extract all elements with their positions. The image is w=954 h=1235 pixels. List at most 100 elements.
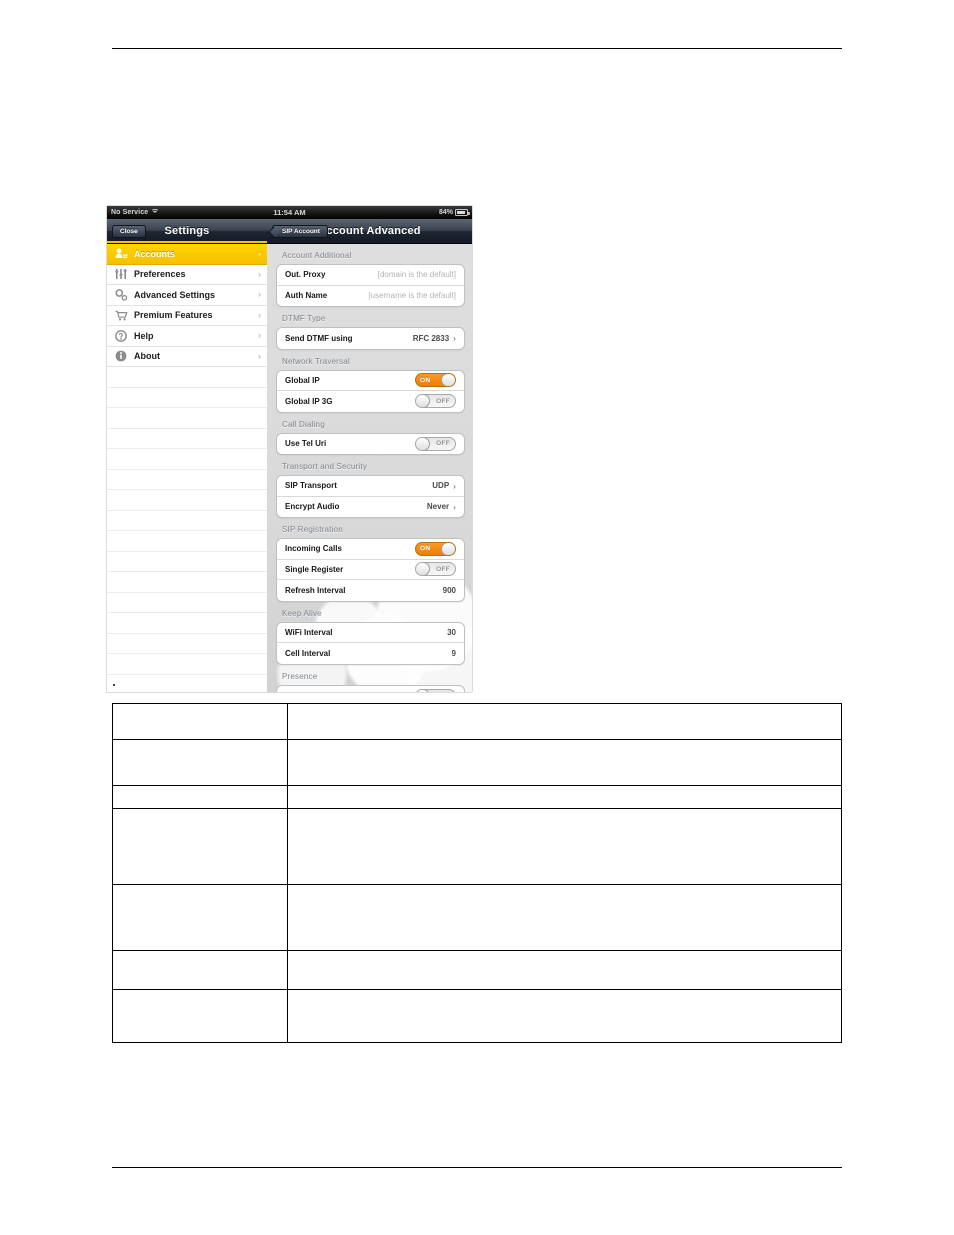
- section-header-presence: Presence: [282, 671, 318, 681]
- sidebar-empty-row: [107, 593, 267, 613]
- chevron-right-icon: ›: [258, 330, 261, 341]
- settings-group: Use Tel Uri OFF: [276, 432, 465, 455]
- toggle-presence-agent[interactable]: OFF: [415, 688, 456, 692]
- settings-row-refresh-interval[interactable]: Refresh Interval 900: [277, 580, 464, 601]
- page-footer-rule: [112, 1167, 842, 1168]
- sidebar-empty-row: [107, 552, 267, 572]
- table-row: [112, 989, 842, 1043]
- toggle-global-ip-3g[interactable]: OFF: [415, 394, 456, 409]
- chevron-right-icon: ›: [258, 350, 261, 361]
- toggle-state-label: OFF: [436, 690, 450, 692]
- table-cell-description: [287, 950, 842, 990]
- toggle-incoming-calls[interactable]: ON: [415, 541, 456, 556]
- toggle-knob: [416, 563, 430, 576]
- settings-row-wifi-interval[interactable]: WiFi Interval 30: [277, 623, 464, 643]
- settings-description-table: [112, 703, 842, 1043]
- battery-icon: [455, 209, 470, 216]
- sidebar-item-help[interactable]: Help ›: [107, 326, 267, 347]
- table-cell-setting: [112, 808, 288, 885]
- settings-row-single-register[interactable]: Single Register OFF: [277, 560, 464, 580]
- row-placeholder[interactable]: [domain is the default]: [378, 270, 456, 279]
- settings-form-scroll[interactable]: Account Additional Out. Proxy [domain is t…: [267, 244, 472, 692]
- sidebar-item-premium-features[interactable]: Premium Features ›: [107, 306, 267, 326]
- table-cell-setting: [112, 950, 288, 990]
- sidebar-empty-row: [107, 470, 267, 490]
- row-label: Use Tel Uri: [285, 439, 327, 449]
- table-cell-description: [287, 989, 842, 1043]
- toggle-state-label: OFF: [436, 440, 450, 448]
- page-header-rule: [112, 48, 842, 49]
- status-bar-clock: 11:54 AM: [273, 208, 306, 217]
- settings-row-send-dtmf-using[interactable]: Send DTMF using RFC 2833 ›: [277, 328, 464, 349]
- settings-row-encrypt-audio[interactable]: Encrypt Audio Never ›: [277, 497, 464, 518]
- advanced-settings-icon: [114, 288, 128, 301]
- toggle-knob: [416, 437, 430, 450]
- table-row: [112, 785, 842, 809]
- sidebar-empty-row: [107, 449, 267, 470]
- preferences-icon: [114, 268, 128, 281]
- sidebar-item-label: Advanced Settings: [134, 289, 216, 300]
- section-header-keep-alive: Keep Alive: [282, 608, 322, 618]
- table-row: [112, 739, 842, 786]
- settings-row-presence-agent[interactable]: Presence Agent OFF: [277, 686, 464, 692]
- sidebar-item-accounts[interactable]: Accounts ›: [107, 244, 267, 265]
- sidebar-item-advanced-settings[interactable]: Advanced Settings ›: [107, 285, 267, 306]
- close-button[interactable]: Close: [112, 224, 146, 238]
- sidebar-item-about[interactable]: About ›: [107, 347, 267, 367]
- toggle-state-label: OFF: [436, 565, 450, 573]
- toggle-single-register[interactable]: OFF: [415, 562, 456, 577]
- row-label: SIP Transport: [285, 481, 337, 491]
- settings-group: Out. Proxy [domain is the default] Auth Na…: [276, 264, 465, 307]
- row-placeholder[interactable]: [username is the default]: [368, 291, 456, 300]
- section-header-account-additional: Account Additional: [282, 251, 352, 260]
- sidebar-item-label: Preferences: [134, 269, 186, 280]
- sidebar-item-label: About: [134, 351, 160, 362]
- sidebar-item-label: Help: [134, 330, 154, 341]
- settings-group: Global IP ON Global IP 3G OFF: [276, 369, 465, 413]
- split-view: Close Settings Accounts › Preferences › Adva…: [107, 219, 472, 692]
- settings-row-auth-name[interactable]: Auth Name [username is the default]: [277, 286, 464, 307]
- table-row: [112, 808, 842, 885]
- settings-menu-list[interactable]: Accounts › Preferences › Advanced Settings › P…: [107, 244, 267, 692]
- settings-row-sip-transport[interactable]: SIP Transport UDP ›: [277, 476, 464, 497]
- row-value: RFC 2833: [412, 333, 450, 343]
- toggle-state-label: ON: [420, 376, 431, 384]
- settings-row-global-ip-3g[interactable]: Global IP 3G OFF: [277, 391, 464, 412]
- settings-row-global-ip[interactable]: Global IP ON: [277, 371, 464, 391]
- toggle-global-ip[interactable]: ON: [415, 373, 456, 388]
- ipad-settings-screenshot: No Service 11:54 AM 84% Close Settings A…: [107, 206, 472, 692]
- stray-mark: [113, 684, 115, 686]
- table-cell-description: [287, 808, 842, 885]
- settings-group: Presence Agent OFF: [276, 684, 465, 692]
- row-label: Send DTMF using: [285, 333, 353, 343]
- settings-row-out-proxy[interactable]: Out. Proxy [domain is the default]: [277, 265, 464, 286]
- chevron-right-icon: ›: [453, 480, 456, 491]
- table-cell-description: [287, 739, 842, 786]
- settings-row-use-tel-uri[interactable]: Use Tel Uri OFF: [277, 434, 464, 455]
- toggle-knob: [441, 542, 455, 555]
- toggle-state-label: ON: [420, 545, 431, 553]
- settings-row-incoming-calls[interactable]: Incoming Calls ON: [277, 539, 464, 560]
- chevron-right-icon: ›: [453, 501, 456, 512]
- sidebar-empty-row: [107, 572, 267, 593]
- sidebar-item-label: Premium Features: [134, 310, 213, 321]
- sidebar-empty-row: [107, 408, 267, 429]
- sidebar-empty-row: [107, 654, 267, 675]
- row-label: Cell Interval: [285, 648, 331, 658]
- toggle-use-tel-uri[interactable]: OFF: [415, 436, 456, 451]
- settings-group: WiFi Interval 30 Cell Interval 9: [276, 621, 465, 665]
- sidebar-empty-row: [107, 531, 267, 552]
- premium-features-icon: [114, 309, 128, 322]
- sidebar-item-preferences[interactable]: Preferences ›: [107, 265, 267, 285]
- row-value: 9: [451, 648, 456, 658]
- row-label: Presence Agent: [285, 691, 345, 692]
- toggle-knob: [416, 689, 430, 692]
- settings-row-cell-interval[interactable]: Cell Interval 9: [277, 643, 464, 664]
- settings-group: Incoming Calls ON Single Register OFF Refres…: [276, 538, 465, 602]
- sidebar-empty-row: [107, 490, 267, 511]
- table-row: [112, 950, 842, 990]
- sip-account-back-button[interactable]: SIP Account: [272, 224, 328, 238]
- sidebar-empty-row: [107, 388, 267, 408]
- toggle-state-label: OFF: [436, 397, 450, 405]
- table-cell-setting: [112, 785, 288, 809]
